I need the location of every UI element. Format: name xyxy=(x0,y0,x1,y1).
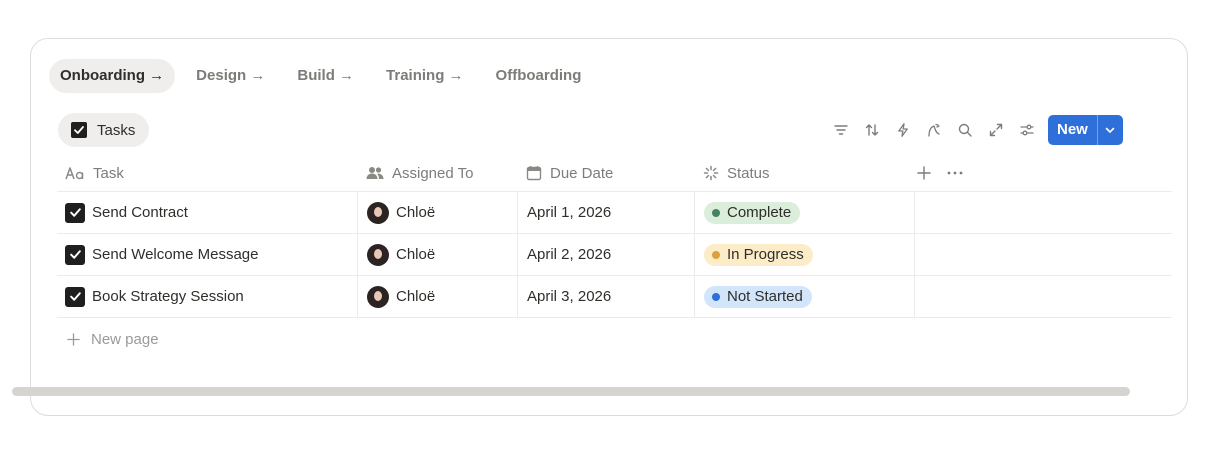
expand-icon[interactable] xyxy=(980,115,1011,145)
avatar xyxy=(367,285,389,308)
checked-checkbox-icon[interactable] xyxy=(65,202,85,223)
status-dot xyxy=(712,208,720,217)
task-name: Send Contract xyxy=(92,204,188,221)
due-date-cell[interactable]: April 2, 2026 xyxy=(517,234,694,275)
empty-cell xyxy=(914,276,1172,317)
status-icon xyxy=(703,165,719,181)
assignee-name: Chloë xyxy=(396,246,436,263)
database-toolbar: New xyxy=(825,115,1123,145)
new-page-button[interactable]: New page xyxy=(57,318,1172,360)
new-button-group: New xyxy=(1048,115,1123,145)
horizontal-scrollbar[interactable] xyxy=(12,387,1130,396)
checkbox-icon xyxy=(71,122,87,138)
automation-icon[interactable] xyxy=(887,115,918,145)
column-header-assigned-to[interactable]: Assigned To xyxy=(357,155,517,191)
checked-checkbox-icon[interactable] xyxy=(65,286,85,307)
more-options-icon[interactable] xyxy=(939,158,970,188)
column-header-status[interactable]: Status xyxy=(694,155,914,191)
table-row[interactable]: Send Welcome Message Chloë April 2, 2026… xyxy=(57,234,1172,276)
column-header-due-date[interactable]: Due Date xyxy=(517,155,694,191)
status-cell[interactable]: Complete xyxy=(694,192,914,233)
plus-icon xyxy=(67,332,80,346)
people-icon xyxy=(366,166,384,180)
task-name: Book Strategy Session xyxy=(92,288,244,305)
settings-icon[interactable] xyxy=(1011,115,1042,145)
task-name: Send Welcome Message xyxy=(92,246,259,263)
tab-onboarding[interactable]: Onboarding → xyxy=(49,59,176,93)
view-tab-tasks[interactable]: Tasks xyxy=(58,113,150,147)
due-date-cell[interactable]: April 3, 2026 xyxy=(517,276,694,317)
sort-icon[interactable] xyxy=(856,115,887,145)
database-tabs: Onboarding → Design → Build → Training →… xyxy=(49,59,602,93)
assignee-cell[interactable]: Chloë xyxy=(357,276,517,317)
status-badge: Not Started xyxy=(704,285,812,308)
assignee-name: Chloë xyxy=(396,288,436,305)
tab-training[interactable]: Training → xyxy=(375,59,475,93)
avatar xyxy=(367,243,389,266)
column-label: Due Date xyxy=(550,164,614,182)
empty-cell xyxy=(914,192,1172,233)
header-actions xyxy=(914,155,1172,191)
checked-checkbox-icon[interactable] xyxy=(65,244,85,265)
task-cell[interactable]: Send Contract xyxy=(57,192,357,233)
due-date: April 1, 2026 xyxy=(527,204,612,221)
chevron-down-icon[interactable] xyxy=(1096,115,1123,145)
status-dot xyxy=(712,292,720,301)
column-header-task[interactable]: Task xyxy=(57,155,357,191)
table-header: Task Assigned To Due Date Status xyxy=(57,155,1172,192)
calendar-icon xyxy=(526,165,542,181)
task-cell[interactable]: Book Strategy Session xyxy=(57,276,357,317)
due-date-cell[interactable]: April 1, 2026 xyxy=(517,192,694,233)
avatar xyxy=(367,201,389,224)
status-badge: In Progress xyxy=(704,243,813,266)
tasks-table: Task Assigned To Due Date Status Send Co… xyxy=(57,155,1172,360)
table-row[interactable]: Send Contract Chloë April 1, 2026 Comple… xyxy=(57,192,1172,234)
view-label: Tasks xyxy=(97,121,136,139)
status-label: Complete xyxy=(727,204,792,221)
due-date: April 3, 2026 xyxy=(527,288,612,305)
text-property-icon xyxy=(65,166,85,180)
empty-cell xyxy=(914,234,1172,275)
assignee-name: Chloë xyxy=(396,204,436,221)
assignee-cell[interactable]: Chloë xyxy=(357,192,517,233)
tab-offboarding[interactable]: Offboarding xyxy=(485,59,593,93)
search-icon[interactable] xyxy=(949,115,980,145)
assignee-cell[interactable]: Chloë xyxy=(357,234,517,275)
filter-icon[interactable] xyxy=(825,115,856,145)
due-date: April 2, 2026 xyxy=(527,246,612,263)
status-dot xyxy=(712,250,720,259)
column-label: Status xyxy=(727,164,770,182)
new-page-label: New page xyxy=(91,330,159,348)
column-label: Assigned To xyxy=(392,164,474,182)
table-row[interactable]: Book Strategy Session Chloë April 3, 202… xyxy=(57,276,1172,318)
column-label: Task xyxy=(93,164,124,182)
status-cell[interactable]: Not Started xyxy=(694,276,914,317)
tab-build[interactable]: Build → xyxy=(286,59,365,93)
status-cell[interactable]: In Progress xyxy=(694,234,914,275)
task-cell[interactable]: Send Welcome Message xyxy=(57,234,357,275)
status-label: In Progress xyxy=(727,246,804,263)
tab-design[interactable]: Design → xyxy=(185,59,276,93)
new-button[interactable]: New xyxy=(1048,115,1097,145)
ai-icon[interactable] xyxy=(918,115,949,145)
status-label: Not Started xyxy=(727,288,803,305)
add-property-icon[interactable] xyxy=(908,158,939,188)
status-badge: Complete xyxy=(704,201,801,224)
database-card: Onboarding → Design → Build → Training →… xyxy=(30,38,1188,416)
